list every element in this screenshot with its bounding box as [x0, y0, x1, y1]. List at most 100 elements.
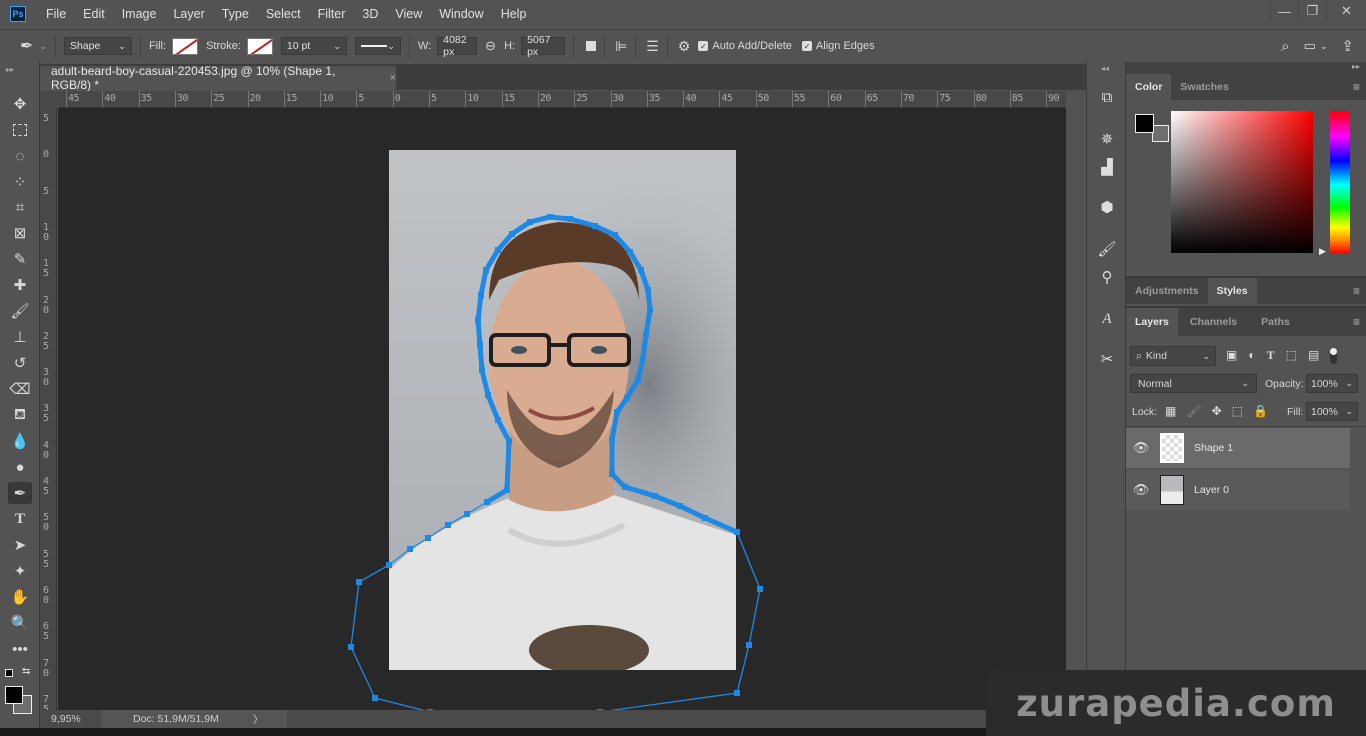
- layer-name[interactable]: Layer 0: [1194, 484, 1229, 496]
- chevron-down-icon[interactable]: ⌄: [1320, 41, 1328, 52]
- glyphs-panel-icon[interactable]: A: [1095, 308, 1119, 330]
- opacity-field[interactable]: 100% ⌄: [1306, 374, 1358, 393]
- collapse-icon[interactable]: ◂◂: [1101, 64, 1109, 73]
- pen-tool-icon[interactable]: ✒: [8, 482, 32, 504]
- tab-channels[interactable]: Channels: [1178, 308, 1249, 336]
- fill-swatch-none[interactable]: [172, 37, 199, 55]
- color-foreground-swatch[interactable]: [1135, 114, 1154, 133]
- stroke-width-field[interactable]: 10 pt ⌄: [280, 37, 347, 55]
- anchor-point[interactable]: [635, 377, 641, 383]
- layer-row-layer-0[interactable]: 👁 Layer 0: [1126, 470, 1350, 510]
- close-icon[interactable]: ×: [390, 72, 396, 84]
- healing-brush-tool-icon[interactable]: ✚: [8, 274, 32, 296]
- custom-shape-tool-icon[interactable]: ✦: [8, 560, 32, 582]
- anchor-point[interactable]: [567, 216, 573, 222]
- swap-colors-icon[interactable]: ⇆: [22, 666, 30, 677]
- anchor-point[interactable]: [622, 484, 628, 490]
- clone-stamp-tool-icon[interactable]: ⊥: [8, 326, 32, 348]
- restore-button[interactable]: ❐: [1298, 0, 1326, 22]
- history-brush-tool-icon[interactable]: ↺: [8, 352, 32, 374]
- anchor-point[interactable]: [638, 267, 644, 273]
- eraser-tool-icon[interactable]: ⌫: [8, 378, 32, 400]
- anchor-point[interactable]: [509, 231, 515, 237]
- anchor-point[interactable]: [643, 332, 649, 338]
- anchor-point[interactable]: [702, 515, 708, 521]
- path-alignment-icon[interactable]: ⊫: [615, 38, 627, 55]
- menu-view[interactable]: View: [395, 7, 422, 21]
- anchor-point[interactable]: [348, 644, 354, 650]
- foreground-color-swatch[interactable]: [5, 686, 23, 704]
- auto-add-delete-checkbox[interactable]: ✓ Auto Add/Delete: [698, 40, 792, 52]
- anchor-point[interactable]: [372, 695, 378, 701]
- dodge-tool-icon[interactable]: ●: [8, 456, 32, 478]
- navigator-panel-icon[interactable]: ✵: [1095, 128, 1119, 150]
- panel-menu-icon[interactable]: ≡: [1353, 74, 1360, 100]
- filter-shape-icon[interactable]: ⬚: [1286, 348, 1297, 364]
- anchor-point[interactable]: [425, 535, 431, 541]
- tab-color[interactable]: Color: [1126, 74, 1172, 100]
- frame-tool-icon[interactable]: ⊠: [8, 222, 32, 244]
- anchor-point[interactable]: [624, 395, 630, 401]
- crop-tool-icon[interactable]: ⌗: [8, 196, 32, 218]
- anchor-point[interactable]: [504, 487, 510, 493]
- paint-bucket-tool-icon[interactable]: ⛾: [8, 404, 32, 426]
- anchor-point[interactable]: [734, 690, 740, 696]
- menu-filter[interactable]: Filter: [318, 7, 346, 21]
- anchor-point[interactable]: [640, 355, 646, 361]
- lasso-tool-icon[interactable]: ◌: [8, 145, 32, 167]
- layer-name[interactable]: Shape 1: [1194, 442, 1233, 454]
- menu-window[interactable]: Window: [439, 7, 483, 21]
- fill-field[interactable]: 100% ⌄: [1306, 402, 1358, 421]
- shape-path-line[interactable]: [350, 216, 761, 710]
- default-colors-icon[interactable]: [5, 669, 13, 677]
- hand-tool-icon[interactable]: ✋: [8, 586, 32, 608]
- vertical-ruler[interactable]: 5 0 5 1 0 1 5 2 0 2 5 3 0 3 5 4 0 4 5 5 0 5 5 6 0 6 5 7…: [40, 108, 57, 711]
- color-background-swatch[interactable]: [1152, 125, 1169, 142]
- anchor-point[interactable]: [592, 223, 598, 229]
- anchor-point[interactable]: [647, 307, 653, 313]
- histogram-panel-icon[interactable]: ▟: [1095, 156, 1119, 178]
- anchor-point[interactable]: [407, 546, 413, 552]
- tab-styles[interactable]: Styles: [1207, 278, 1257, 304]
- anchor-point[interactable]: [445, 522, 451, 528]
- minimize-button[interactable]: —: [1270, 0, 1298, 22]
- tab-swatches[interactable]: Swatches: [1171, 74, 1237, 100]
- 3d-panel-icon[interactable]: ⬢: [1095, 196, 1119, 218]
- lock-transparent-icon[interactable]: ▦: [1165, 404, 1176, 418]
- anchor-point[interactable]: [477, 342, 483, 348]
- expand-icon[interactable]: ▸▸: [1126, 62, 1366, 74]
- anchor-point[interactable]: [527, 219, 533, 225]
- menu-help[interactable]: Help: [501, 7, 527, 21]
- hue-slider-handle[interactable]: ▶: [1319, 246, 1326, 257]
- color-field[interactable]: [1171, 111, 1313, 253]
- menu-3d[interactable]: 3D: [362, 7, 378, 21]
- anchor-point[interactable]: [506, 438, 512, 444]
- lock-all-icon[interactable]: 🔒: [1253, 404, 1268, 418]
- tab-adjustments[interactable]: Adjustments: [1126, 278, 1208, 304]
- width-field[interactable]: 4082 px: [437, 34, 478, 58]
- lock-image-icon[interactable]: 🖌: [1186, 404, 1201, 418]
- tool-preset-picker[interactable]: ✒ ⌄: [20, 36, 47, 56]
- menu-select[interactable]: Select: [266, 7, 301, 21]
- anchor-point[interactable]: [495, 417, 501, 423]
- hue-slider[interactable]: [1330, 111, 1350, 253]
- gear-icon[interactable]: ⚙: [678, 38, 691, 55]
- brush-tool-icon[interactable]: 🖌: [8, 300, 32, 322]
- clone-source-panel-icon[interactable]: ⚲: [1095, 266, 1119, 288]
- history-panel-icon[interactable]: ⧉: [1095, 86, 1119, 108]
- status-menu-arrow[interactable]: 〉: [253, 712, 264, 727]
- share-icon[interactable]: ⇪: [1341, 37, 1354, 55]
- search-icon[interactable]: ⌕: [1281, 38, 1289, 55]
- lock-artboard-icon[interactable]: ⬚: [1232, 404, 1243, 418]
- anchor-point[interactable]: [356, 579, 362, 585]
- anchor-point[interactable]: [479, 367, 485, 373]
- anchor-point[interactable]: [627, 249, 633, 255]
- anchor-point[interactable]: [475, 317, 481, 323]
- zoom-level[interactable]: 9,95%: [51, 713, 91, 725]
- anchor-point[interactable]: [652, 493, 658, 499]
- anchor-point[interactable]: [484, 499, 490, 505]
- filter-smart-object-icon[interactable]: ▤: [1308, 348, 1319, 364]
- panel-menu-icon[interactable]: ≡: [1353, 308, 1360, 336]
- type-tool-icon[interactable]: T: [8, 508, 32, 530]
- filter-pixel-icon[interactable]: ▣: [1226, 348, 1237, 364]
